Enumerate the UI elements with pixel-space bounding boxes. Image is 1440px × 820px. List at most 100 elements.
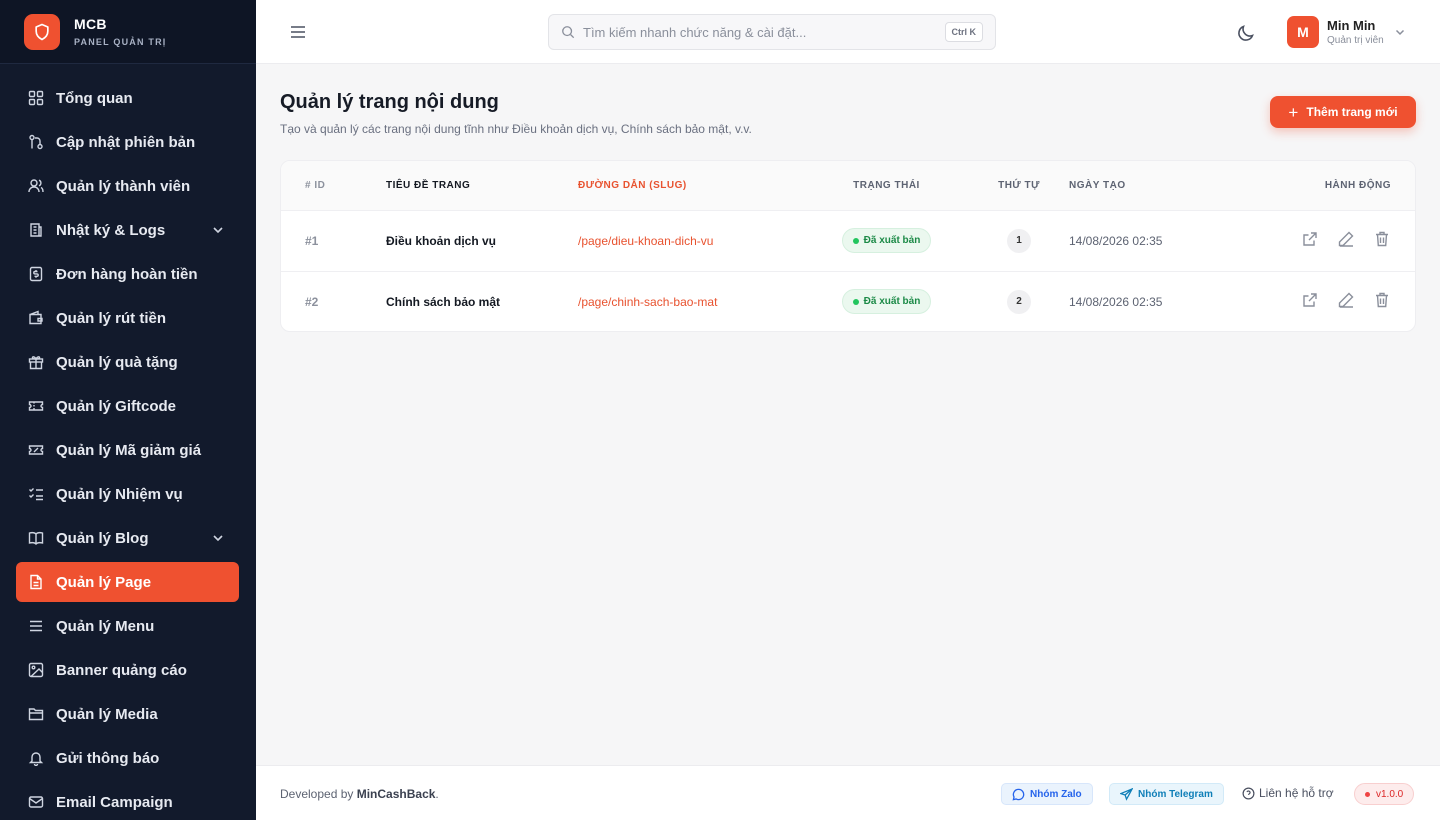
sidebar: MCB PANEL QUẢN TRỊ Tổng quan Cập nhật ph… [0, 0, 256, 820]
add-page-button[interactable]: + Thêm trang mới [1270, 96, 1416, 128]
header-status: TRẠNG THÁI [804, 161, 969, 211]
git-icon [28, 134, 44, 150]
row-title: Chính sách bảo mật [386, 294, 501, 309]
telegram-group-button[interactable]: Nhóm Telegram [1109, 783, 1224, 805]
sidebar-item-gifts[interactable]: Quản lý quà tặng [16, 342, 239, 382]
sidebar-item-members[interactable]: Quản lý thành viên [16, 166, 239, 206]
sidebar-item-label: Quản lý Menu [56, 617, 155, 635]
brand[interactable]: MCB PANEL QUẢN TRỊ [0, 0, 256, 64]
chevron-down-icon[interactable] [211, 223, 225, 237]
order-badge: 2 [1007, 289, 1031, 314]
zalo-group-button[interactable]: Nhóm Zalo [1001, 783, 1093, 805]
sidebar-item-tasks[interactable]: Quản lý Nhiệm vụ [16, 474, 239, 514]
plus-icon: + [1288, 102, 1299, 122]
sidebar-item-label: Quản lý thành viên [56, 177, 191, 195]
sidebar-item-refund-orders[interactable]: Đơn hàng hoàn tiền [16, 254, 239, 294]
sidebar-item-banners[interactable]: Banner quảng cáo [16, 650, 239, 690]
external-link-icon[interactable] [1301, 291, 1319, 309]
folder-icon [28, 706, 44, 722]
edit-icon[interactable] [1337, 230, 1355, 248]
sidebar-item-menu[interactable]: Quản lý Menu [16, 606, 239, 646]
trash-icon[interactable] [1373, 291, 1391, 309]
status-badge: Đã xuất bản [841, 289, 932, 315]
sidebar-item-overview[interactable]: Tổng quan [16, 78, 239, 118]
sidebar-item-label: Nhật ký & Logs [56, 221, 166, 239]
header-slug: ĐƯỜNG DẪN (SLUG) [578, 161, 804, 211]
pages-table: # ID TIÊU ĐỀ TRANG ĐƯỜNG DẪN (SLUG) TRẠN… [281, 161, 1415, 331]
sidebar-item-label: Quản lý quà tặng [56, 353, 178, 371]
status-label: Đã xuất bản [863, 296, 921, 308]
user-name: Min Min [1327, 18, 1376, 33]
image-icon [28, 662, 44, 678]
pages-table-card: # ID TIÊU ĐỀ TRANG ĐƯỜNG DẪN (SLUG) TRẠN… [280, 160, 1416, 332]
support-label: Liên hệ hỗ trợ [1259, 786, 1334, 800]
sidebar-item-label: Banner quảng cáo [56, 661, 187, 679]
sidebar-item-giftcode[interactable]: Quản lý Giftcode [16, 386, 239, 426]
page-title: Quản lý trang nội dung [280, 91, 499, 113]
row-id: #1 [305, 233, 319, 248]
table-row: #2 Chính sách bảo mật /page/chinh-sach-b… [281, 271, 1415, 331]
receipt-icon [28, 266, 44, 282]
row-slug-link[interactable]: /page/chinh-sach-bao-mat [578, 271, 804, 331]
developed-by: Developed by MinCashBack. [280, 787, 439, 801]
book-icon [28, 530, 44, 546]
version-label: v1.0.0 [1376, 788, 1404, 800]
log-icon [28, 222, 44, 238]
gift-icon [28, 354, 44, 370]
search-box[interactable]: Ctrl K [548, 14, 996, 50]
sidebar-item-pages[interactable]: Quản lý Page [16, 562, 239, 602]
table-header-row: # ID TIÊU ĐỀ TRANG ĐƯỜNG DẪN (SLUG) TRẠN… [281, 161, 1415, 211]
ticket-icon [28, 398, 44, 414]
sidebar-item-notifications[interactable]: Gửi thông báo [16, 738, 239, 778]
moon-icon[interactable] [1236, 23, 1256, 43]
add-page-label: Thêm trang mới [1306, 105, 1398, 119]
page-description: Tạo và quản lý các trang nội dung tĩnh n… [280, 122, 752, 136]
sidebar-item-label: Email Campaign [56, 793, 173, 811]
chevron-down-icon[interactable] [211, 531, 225, 545]
header-order: THỨ TỰ [969, 161, 1069, 211]
sidebar-item-label: Quản lý Giftcode [56, 397, 177, 415]
users-icon [28, 178, 44, 194]
order-badge: 1 [1007, 228, 1031, 253]
sidebar-item-logs[interactable]: Nhật ký & Logs [16, 210, 239, 250]
chat-bubble-icon [1012, 788, 1025, 800]
sidebar-item-email-campaign[interactable]: Email Campaign [16, 782, 239, 820]
row-title: Điều khoản dịch vụ [386, 233, 497, 248]
status-dot [852, 298, 859, 305]
user-menu[interactable]: M Min Min Quản trị viên [1287, 16, 1406, 48]
wallet-icon [28, 310, 44, 326]
sidebar-item-label: Cập nhật phiên bản [56, 133, 196, 151]
trash-icon[interactable] [1373, 230, 1391, 248]
sidebar-item-label: Quản lý Blog [56, 529, 149, 547]
sidebar-nav: Tổng quan Cập nhật phiên bản Quản lý thà… [0, 64, 256, 820]
sidebar-item-label: Quản lý Page [56, 573, 152, 591]
search-input[interactable] [583, 24, 923, 40]
hamburger-menu-icon[interactable] [288, 22, 308, 42]
page-icon [28, 574, 44, 590]
help-circle-icon [1242, 787, 1255, 799]
grid-icon [28, 90, 44, 106]
coupon-icon [28, 442, 44, 458]
header-id: # ID [281, 161, 386, 211]
sidebar-item-withdrawals[interactable]: Quản lý rút tiền [16, 298, 239, 338]
send-icon [1120, 787, 1133, 801]
row-created: 14/08/2026 02:35 [1069, 233, 1163, 248]
search-shortcut-badge: Ctrl K [944, 22, 983, 42]
row-slug-link[interactable]: /page/dieu-khoan-dich-vu [578, 210, 804, 271]
search-icon [562, 26, 575, 39]
status-badge: Đã xuất bản [841, 228, 932, 253]
checklist-icon [28, 486, 44, 502]
edit-icon[interactable] [1337, 291, 1355, 309]
version-badge: v1.0.0 [1354, 783, 1415, 805]
external-link-icon[interactable] [1301, 230, 1319, 248]
support-link[interactable]: Liên hệ hỗ trợ [1242, 786, 1334, 800]
sidebar-item-version-update[interactable]: Cập nhật phiên bản [16, 122, 239, 162]
sidebar-item-blog[interactable]: Quản lý Blog [16, 518, 239, 558]
sidebar-item-label: Quản lý Media [56, 705, 158, 723]
row-id: #2 [305, 294, 319, 309]
sidebar-item-media[interactable]: Quản lý Media [16, 694, 239, 734]
developer-link[interactable]: MinCashBack [357, 787, 436, 801]
sidebar-item-coupons[interactable]: Quản lý Mã giảm giá [16, 430, 239, 470]
developed-suffix: . [435, 787, 439, 801]
topbar: Ctrl K M Min Min Quản trị viên [256, 0, 1440, 64]
